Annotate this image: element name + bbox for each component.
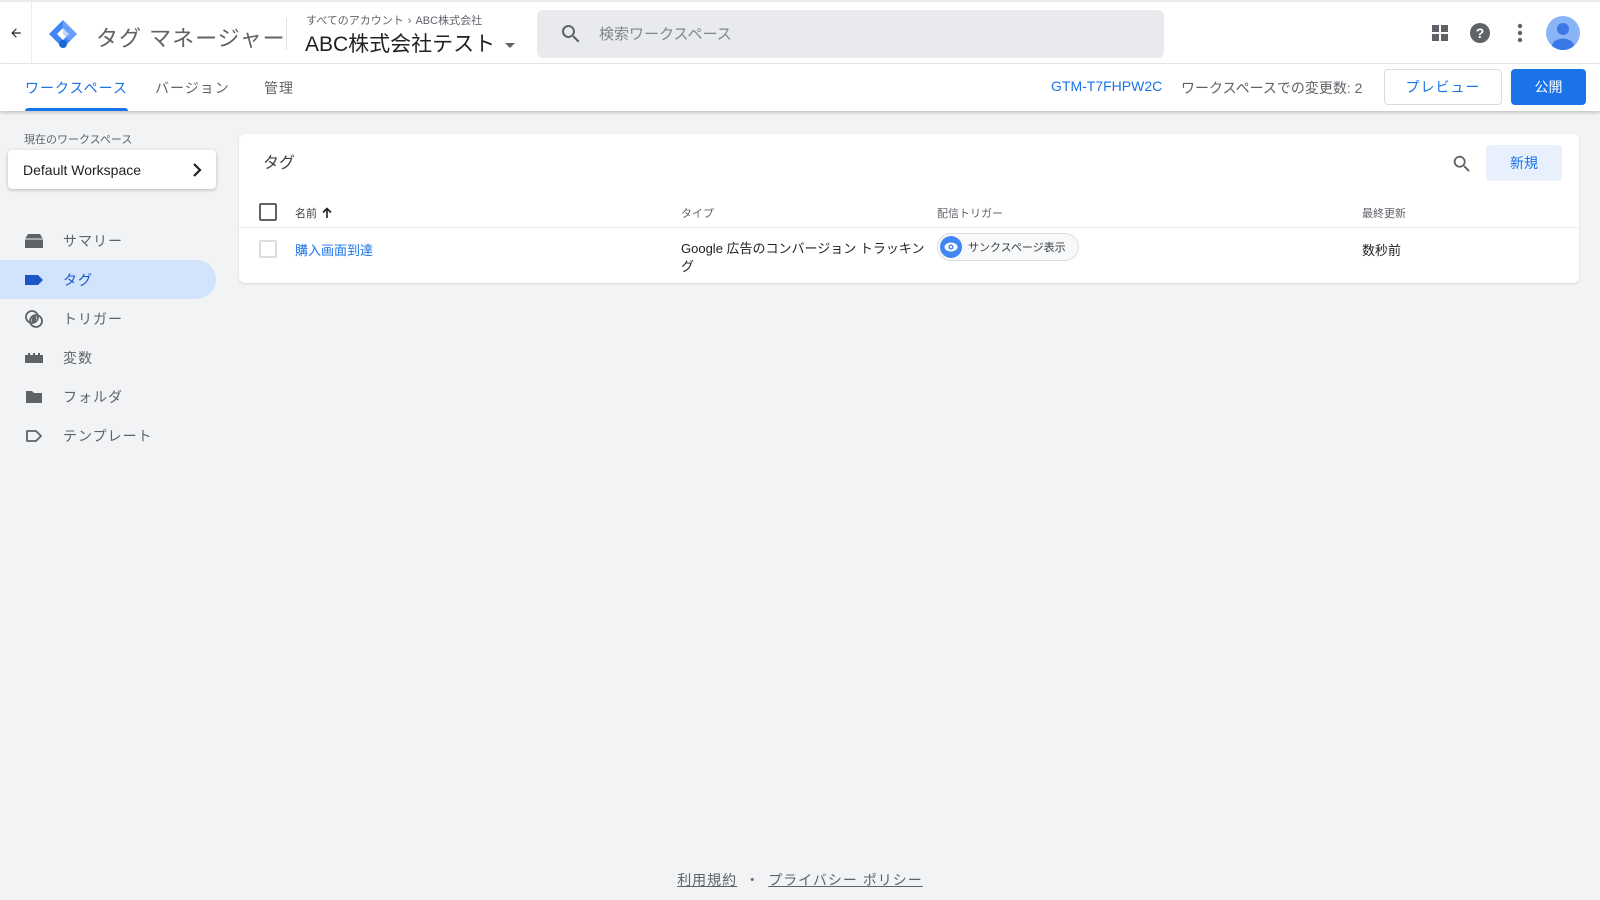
tags-panel: タグ 新規 名前 タイプ 配信トリガー 最終更新 購入画面到達 Google 広… <box>239 134 1579 283</box>
sidebar-item-templates[interactable]: テンプレート <box>0 416 216 455</box>
sidebar-item-label: タグ <box>63 271 93 288</box>
tag-icon <box>24 270 44 290</box>
privacy-policy-link[interactable]: プライバシー ポリシー <box>768 872 923 888</box>
person-icon <box>1552 23 1574 50</box>
current-workspace-label: 現在のワークスペース <box>24 134 133 146</box>
more-options-button[interactable] <box>1500 13 1540 53</box>
sidebar-item-triggers[interactable]: トリガー <box>0 299 216 338</box>
trigger-chip[interactable]: サンクスページ表示 <box>937 233 1079 261</box>
tag-name-link[interactable]: 購入画面到達 <box>295 240 373 259</box>
column-header-name[interactable]: 名前 <box>295 205 333 221</box>
workspace-changes-count: ワークスペースでの変更数: 2 <box>1181 80 1363 96</box>
pageview-eye-icon <box>940 236 962 258</box>
workspace-nav: ワークスペース バージョン 管理 GTM-T7FHPW2C ワークスペースでの変… <box>0 64 1600 111</box>
container-name: ABC株式会社テスト <box>305 33 496 56</box>
tab-workspace[interactable]: ワークスペース <box>20 64 133 111</box>
container-id-link[interactable]: GTM-T7FHPW2C <box>1051 78 1162 94</box>
dropdown-caret-icon <box>505 42 516 48</box>
publish-button[interactable]: 公開 <box>1511 69 1586 105</box>
container-selector[interactable]: ABC株式会社テスト <box>305 28 516 58</box>
sort-ascending-icon <box>322 207 332 218</box>
column-label: 名前 <box>295 208 317 220</box>
search-icon <box>561 25 580 43</box>
more-vert-icon <box>1517 23 1523 43</box>
sidebar-nav: サマリー タグ トリガー 変数 フォルダ テンプレート <box>0 221 216 455</box>
chevron-right-icon <box>193 162 202 177</box>
summary-icon <box>24 231 44 251</box>
apps-grid-icon <box>1432 25 1448 41</box>
sidebar-item-label: テンプレート <box>63 427 153 444</box>
apps-button[interactable] <box>1420 13 1460 53</box>
folder-icon <box>24 387 44 407</box>
row-checkbox[interactable] <box>259 240 277 258</box>
search-input[interactable] <box>599 25 1119 43</box>
top-icons: ? <box>1420 2 1600 64</box>
tab-label: 管理 <box>264 79 294 96</box>
table-row: 購入画面到達 Google 広告のコンバージョン トラッキング サンクスページ表… <box>239 229 1579 283</box>
help-icon: ? <box>1470 23 1490 43</box>
table-header: 名前 タイプ 配信トリガー 最終更新 <box>239 196 1579 228</box>
workspace-search[interactable] <box>537 10 1164 58</box>
column-header-updated[interactable]: 最終更新 <box>1362 205 1406 221</box>
column-header-type[interactable]: タイプ <box>681 205 714 221</box>
tab-label: バージョン <box>155 79 230 96</box>
sidebar-item-label: トリガー <box>63 310 123 327</box>
preview-button[interactable]: プレビュー <box>1384 69 1502 105</box>
last-updated: 数秒前 <box>1362 243 1402 258</box>
footer-separator: ・ <box>745 872 761 888</box>
panel-title: タグ <box>263 155 296 172</box>
workspace-selector[interactable]: Default Workspace <box>8 150 216 189</box>
sidebar-item-summary[interactable]: サマリー <box>0 221 216 260</box>
tag-type: Google 広告のコンバージョン トラッキング <box>681 241 925 274</box>
back-button[interactable] <box>0 2 32 64</box>
product-name: タグ マネージャー <box>96 26 286 51</box>
select-all-checkbox[interactable] <box>259 203 277 221</box>
terms-link[interactable]: 利用規約 <box>677 872 737 888</box>
sidebar-item-label: フォルダ <box>63 388 123 405</box>
trigger-name: サンクスページ表示 <box>968 242 1066 254</box>
account-avatar[interactable] <box>1546 16 1580 50</box>
trigger-icon <box>24 309 44 329</box>
tab-versions[interactable]: バージョン <box>150 64 235 111</box>
header-divider <box>286 18 287 50</box>
svg-text:?: ? <box>1476 25 1485 41</box>
search-icon <box>1453 155 1470 172</box>
arrow-back-icon <box>10 28 21 38</box>
new-tag-button[interactable]: 新規 <box>1486 145 1562 181</box>
breadcrumb: すべてのアカウント › ABC株式会社 <box>306 12 482 28</box>
breadcrumb-account[interactable]: ABC株式会社 <box>415 15 482 27</box>
tab-admin[interactable]: 管理 <box>259 64 299 111</box>
sidebar-item-label: サマリー <box>63 232 123 249</box>
variable-icon <box>24 348 44 368</box>
workspace-name: Default Workspace <box>23 161 142 178</box>
sidebar-item-label: 変数 <box>63 349 93 366</box>
help-button[interactable]: ? <box>1460 13 1500 53</box>
footer: 利用規約・プライバシー ポリシー <box>0 870 1600 890</box>
search-tags-button[interactable] <box>1444 146 1480 182</box>
breadcrumb-all-accounts[interactable]: すべてのアカウント <box>306 15 404 27</box>
sidebar-item-variables[interactable]: 変数 <box>0 338 216 377</box>
tab-label: ワークスペース <box>25 79 128 96</box>
sidebar-item-folders[interactable]: フォルダ <box>0 377 216 416</box>
column-header-trigger[interactable]: 配信トリガー <box>937 205 1003 221</box>
app-bar: タグ マネージャー すべてのアカウント›ABC株式会社 ABC株式会社テスト ? <box>0 0 1600 64</box>
breadcrumb-separator: › <box>407 15 412 27</box>
sidebar-item-tags[interactable]: タグ <box>0 260 216 299</box>
tag-manager-logo <box>49 20 77 48</box>
template-icon <box>24 426 44 446</box>
